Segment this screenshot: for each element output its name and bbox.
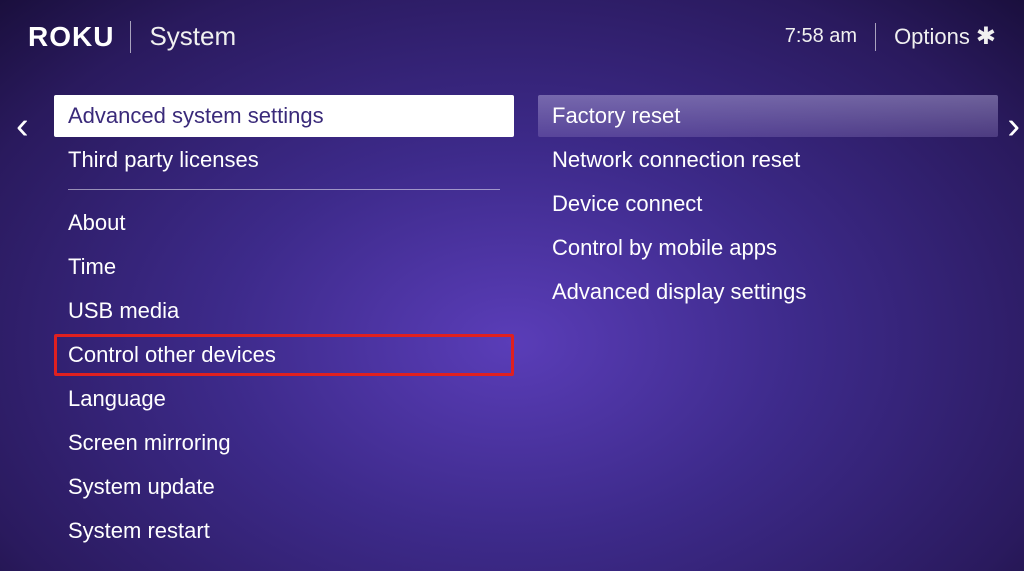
asterisk-icon: ✱ [976,22,996,51]
header: ROKU System 7:58 am Options ✱ [0,0,1024,55]
header-right-divider [875,23,876,51]
menu-item-language[interactable]: Language [54,378,514,420]
menu-item-about[interactable]: About [54,202,514,244]
right-menu: Factory reset Network connection reset D… [538,95,998,554]
menu-item-system-restart[interactable]: System restart [54,510,514,552]
menu-item-advanced-system-settings[interactable]: Advanced system settings [54,95,514,137]
menu-separator [68,189,500,190]
nav-arrow-right-icon[interactable]: › [1007,105,1020,148]
clock-time: 7:58 am [785,25,857,48]
nav-arrow-left-icon[interactable]: ‹ [16,105,29,148]
header-divider [130,21,131,53]
page-title: System [149,21,236,52]
header-right: 7:58 am Options ✱ [785,22,996,51]
options-label: Options [894,24,970,50]
menu-item-control-other-devices[interactable]: Control other devices [54,334,514,376]
submenu-item-control-by-mobile-apps[interactable]: Control by mobile apps [538,227,998,269]
left-menu: Advanced system settings Third party lic… [54,95,514,554]
submenu-item-network-connection-reset[interactable]: Network connection reset [538,139,998,181]
menu-item-time[interactable]: Time [54,246,514,288]
submenu-item-factory-reset[interactable]: Factory reset [538,95,998,137]
menu-item-screen-mirroring[interactable]: Screen mirroring [54,422,514,464]
options-button[interactable]: Options ✱ [894,22,996,51]
menu-item-system-update[interactable]: System update [54,466,514,508]
submenu-item-advanced-display-settings[interactable]: Advanced display settings [538,271,998,313]
menu-item-usb-media[interactable]: USB media [54,290,514,332]
submenu-item-device-connect[interactable]: Device connect [538,183,998,225]
menu-item-third-party-licenses[interactable]: Third party licenses [54,139,514,181]
roku-logo: ROKU [28,21,114,53]
content-area: ‹ › Advanced system settings Third party… [0,55,1024,554]
